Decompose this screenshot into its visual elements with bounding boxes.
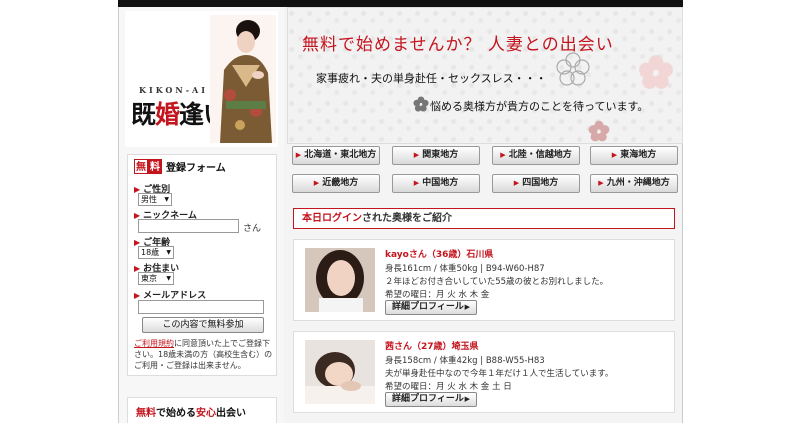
profile-card: kayoさん（36歳）石川県 身長161cm / 体重50kg | B94-W6…: [293, 239, 675, 321]
free-char-1: 無: [134, 159, 148, 174]
arrow-icon: ▶: [500, 151, 506, 159]
hero-banner: 無料で始めませんか？ 人妻との出会い 家事疲れ・夫の単身赴任・セックスレス・・・…: [287, 7, 683, 144]
logo-char-2: 婚: [155, 100, 180, 129]
profile-description: ２年ほどお付き合いしていた55歳の彼とお別れしました。: [385, 277, 609, 287]
profile-body-stats: 身長158cm / 体重42kg | B88-W55-H83: [385, 356, 545, 366]
gender-select[interactable]: 男性 ▼: [138, 193, 172, 206]
chevron-down-icon: ▼: [164, 196, 169, 203]
profile-name[interactable]: kayoさん（36歳）石川県: [385, 247, 493, 260]
profile-detail-button[interactable]: 詳細プロフィール ▶: [385, 392, 477, 407]
free-char-2: 料: [148, 159, 162, 174]
banner-subline: 家事疲れ・夫の単身赴任・セックスレス・・・: [316, 72, 547, 85]
play-icon: ▶: [464, 395, 470, 403]
area-select[interactable]: 東京 ▼: [138, 272, 174, 285]
email-input[interactable]: [138, 300, 264, 314]
region-button-chugoku[interactable]: ▶ 中国地方: [392, 174, 480, 193]
profile-body-stats: 身長161cm / 体重50kg | B94-W60-H87: [385, 264, 545, 274]
form-header: 無料 登録フォーム: [134, 159, 226, 174]
region-button-kanto[interactable]: ▶ 関東地方: [392, 146, 480, 165]
arrow-icon: ▶: [611, 151, 618, 159]
region-button-tokai[interactable]: ▶ 東海地方: [590, 146, 678, 165]
flower-icon: [413, 96, 429, 112]
arrow-icon: ▶: [313, 179, 320, 187]
logo-subtitle: KIKON-AI: [139, 85, 208, 95]
site-logo[interactable]: KIKON-AI 既婚逢い: [125, 11, 278, 147]
page-wrapper: KIKON-AI 既婚逢い 無料 登録フォーム ▶ ご性別 男性 ▼ ▶ ニック…: [118, 7, 683, 423]
region-button-hokuriku[interactable]: ▶ 北陸・信越地方: [492, 146, 580, 165]
profile-card: 茜さん（27歳）埼玉県 身長158cm / 体重42kg | B88-W55-H…: [293, 331, 675, 413]
top-bar: [118, 0, 683, 7]
flower-icon: [588, 120, 610, 142]
terms-text: ご利用規約に同意頂いた上でご登録下さい。18歳未満の方（高校生含む）のご利用・ご…: [134, 339, 273, 370]
terms-link[interactable]: ご利用規約: [134, 339, 174, 348]
right-column: 無料で始めませんか？ 人妻との出会い 家事疲れ・夫の単身赴任・セックスレス・・・…: [287, 7, 683, 423]
profile-days: 希望の曜日：月 火 水 木 金: [385, 290, 490, 300]
region-button-kyushu-okinawa[interactable]: ▶ 九州・沖縄地方: [590, 174, 678, 193]
nickname-suffix: さん: [243, 224, 262, 234]
arrow-icon: ▶: [134, 291, 141, 300]
safe-dating-title: 無料で始める安心出会い: [136, 408, 246, 419]
arrow-icon: ▶: [513, 179, 520, 187]
arrow-icon: ▶: [413, 179, 420, 187]
nickname-input[interactable]: [138, 219, 239, 233]
profile-photo[interactable]: [305, 340, 375, 404]
banner-tagline: 悩める奥様方が貴方のことを待っています。: [430, 100, 649, 113]
kimono-woman-image: [210, 15, 276, 143]
logo-char-1: 既: [131, 100, 156, 129]
flower-icon: [556, 52, 590, 86]
profile-days: 希望の曜日：月 火 水 木 金 土 日: [385, 382, 512, 392]
flower-icon: [639, 55, 673, 89]
region-button-hokkaido-tohoku[interactable]: ▶ 北海道・東北地方: [292, 146, 380, 165]
age-select[interactable]: 18歳 ▼: [138, 246, 174, 259]
today-login-heading: 本日ログインされた奥様をご紹介: [293, 208, 675, 229]
chevron-down-icon: ▼: [166, 275, 171, 282]
arrow-icon: ▶: [598, 179, 604, 187]
profile-name[interactable]: 茜さん（27歳）埼玉県: [385, 339, 479, 352]
safe-dating-box: 無料で始める安心出会い: [127, 397, 277, 423]
submit-button[interactable]: この内容で無料参加: [142, 317, 264, 333]
profile-photo[interactable]: [305, 248, 375, 312]
form-title: 登録フォーム: [166, 163, 226, 174]
play-icon: ▶: [464, 303, 470, 311]
region-button-shikoku[interactable]: ▶ 四国地方: [492, 174, 580, 193]
profile-description: 夫が単身赴任中なので今年１年だけ１人で生活しています。: [385, 369, 614, 379]
profile-detail-button[interactable]: 詳細プロフィール ▶: [385, 300, 477, 315]
chevron-down-icon: ▼: [166, 249, 171, 256]
left-column: KIKON-AI 既婚逢い 無料 登録フォーム ▶ ご性別 男性 ▼ ▶ ニック…: [119, 7, 284, 423]
arrow-icon: ▶: [413, 151, 420, 159]
free-badge: 無料: [134, 159, 162, 174]
arrow-icon: ▶: [295, 151, 302, 159]
region-button-kinki[interactable]: ▶ 近畿地方: [292, 174, 380, 193]
registration-form: 無料 登録フォーム ▶ ご性別 男性 ▼ ▶ ニックネーム さん ▶ ご年齢 18歳 ▼ …: [127, 154, 277, 376]
